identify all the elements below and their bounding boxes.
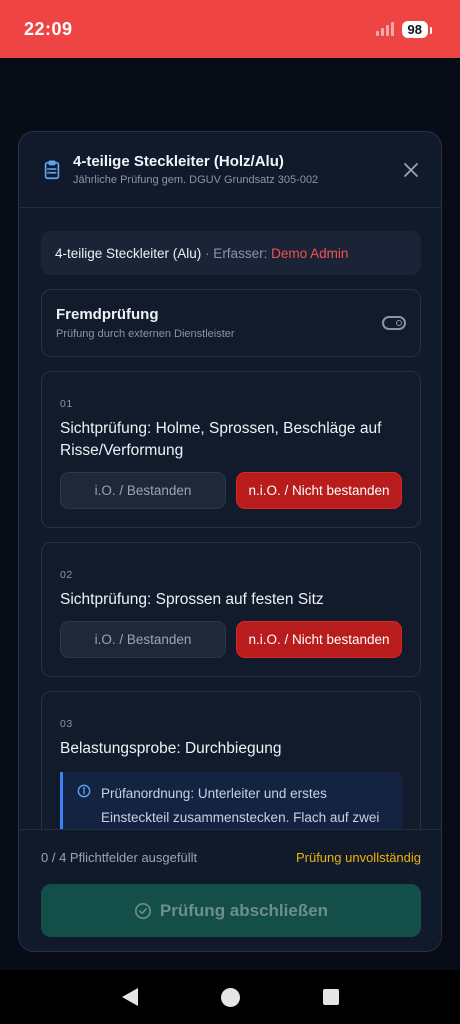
status-bar: 22:09 98 [0,0,460,58]
item-label: Sichtprüfung: Holme, Sprossen, Beschläge… [60,420,382,459]
external-inspection-card: Fremdprüfung Prüfung durch externen Dien… [41,289,421,357]
object-name: 4-teilige Steckleiter (Alu) [55,245,202,261]
test-instruction-notice: Prüfanordnung: Unterleiter und erstes Ei… [60,772,402,829]
dialog-title: 4-teilige Steckleiter (Holz/Alu) [73,153,284,170]
external-inspection-subtitle: Prüfung durch externen Dienstleister [56,328,235,340]
home-icon[interactable] [220,987,240,1007]
external-inspection-text: Fremdprüfung Prüfung durch externen Dien… [56,306,235,340]
author-label: · Erfasser: [201,245,272,261]
item-actions: i.O. / Bestanden n.i.O. / Nicht bestande… [60,472,402,509]
progress-row: 0 / 4 Pflichtfelder ausgefüllt Prüfung u… [41,830,421,884]
dialog-subtitle: Jährliche Prüfung gem. DGUV Grundsatz 30… [73,174,319,186]
item-actions: i.O. / Bestanden n.i.O. / Nicht bestande… [60,621,402,658]
pass-button[interactable]: i.O. / Bestanden [60,472,226,509]
dialog-body[interactable]: 4-teilige Steckleiter (Alu) · Erfasser: … [19,209,441,829]
info-icon [77,784,91,798]
inspection-dialog: 4-teilige Steckleiter (Holz/Alu) Jährlic… [18,131,442,952]
dialog-header: 4-teilige Steckleiter (Holz/Alu) Jährlic… [19,132,441,208]
checklist-item: 02 Sichtprüfung: Sprossen auf festen Sit… [41,542,421,677]
item-number: 01 [60,398,73,410]
back-icon[interactable] [121,988,138,1006]
item-label: Belastungsprobe: Durchbiegung [60,740,282,757]
system-nav-bar [0,970,460,1024]
battery-icon: 98 [401,20,433,38]
progress-status: Prüfung unvollständig [295,849,421,865]
dialog-footer: 0 / 4 Pflichtfelder ausgefüllt Prüfung u… [19,829,441,951]
dialog-heading: 4-teilige Steckleiter (Holz/Alu) Jährlic… [73,153,318,186]
checklist-item: 03 Belastungsprobe: Durchbiegung Prüfano… [41,691,421,829]
external-inspection-title: Fremdprüfung [56,306,159,323]
close-icon[interactable] [401,160,421,180]
author-name: Demo Admin [271,245,349,261]
complete-inspection-button[interactable]: Prüfung abschließen [41,884,421,937]
signal-icon [375,22,394,36]
item-number: 02 [60,569,73,581]
pass-button[interactable]: i.O. / Bestanden [60,621,226,658]
item-number: 03 [60,718,73,730]
fail-button[interactable]: n.i.O. / Nicht bestanden [236,621,402,658]
item-label: Sichtprüfung: Sprossen auf festen Sitz [60,591,324,608]
clipboard-list-icon [44,159,60,179]
status-time: 22:09 [24,18,73,39]
object-info: 4-teilige Steckleiter (Alu) · Erfasser: … [41,231,421,275]
check-circle-icon [134,902,151,919]
notice-text: Prüfanordnung: Unterleiter und erstes Ei… [101,786,380,825]
recent-apps-icon[interactable] [322,989,339,1005]
checklist-item: 01 Sichtprüfung: Holme, Sprossen, Beschl… [41,371,421,528]
progress-count: 0 / 4 Pflichtfelder ausgefüllt [41,849,198,865]
external-inspection-toggle[interactable] [382,316,406,330]
complete-inspection-label: Prüfung abschließen [159,900,329,920]
status-indicators: 98 [375,20,433,38]
fail-button[interactable]: n.i.O. / Nicht bestanden [236,472,402,509]
